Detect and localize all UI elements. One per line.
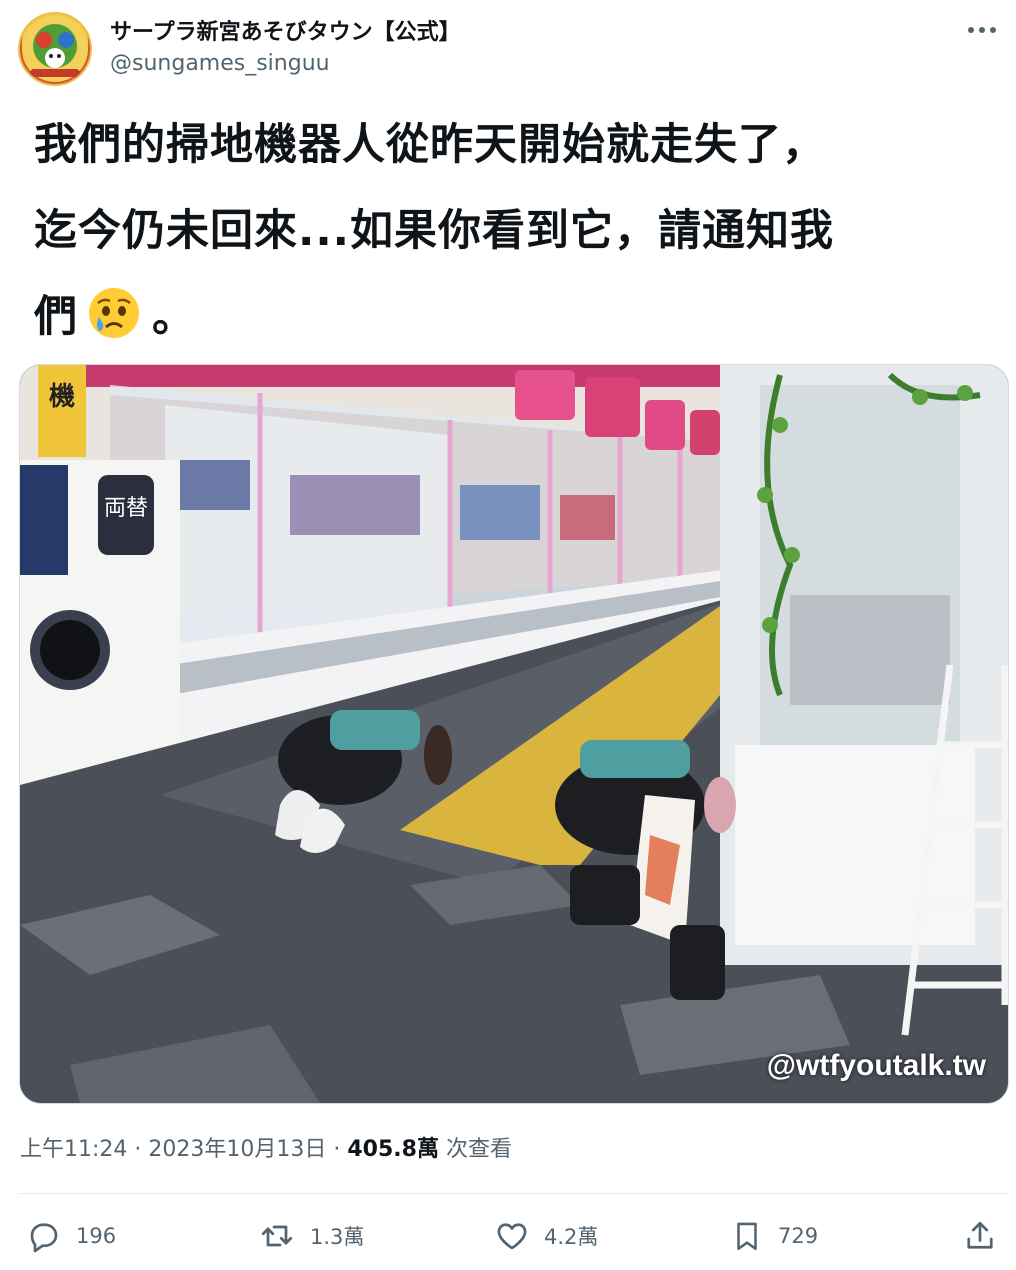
bookmark-count: 729 <box>778 1224 819 1248</box>
retweet-icon <box>261 1225 293 1247</box>
reply-button[interactable]: 196 <box>26 1210 116 1262</box>
tweet-photo[interactable]: 機 両替 @wtfyoutalk.tw <box>19 364 1009 1104</box>
divider <box>18 1193 1008 1194</box>
like-count: 4.2萬 <box>544 1225 599 1249</box>
tweet-text-period: 。 <box>152 292 196 342</box>
reply-count: 196 <box>76 1224 117 1248</box>
sign-text-2: 両替 <box>104 496 148 521</box>
tweet-text-line: 我們的掃地機器人從昨天開始就走失了， <box>34 120 826 170</box>
meta-separator: · <box>127 1137 149 1162</box>
crying-face-icon <box>89 288 139 338</box>
reply-icon <box>30 1223 58 1253</box>
bookmark-icon <box>737 1222 757 1251</box>
more-options-button[interactable] <box>960 16 1004 44</box>
action-bar: 196 1.3萬 4.2萬 729 <box>0 1210 1016 1262</box>
tweet-text-line: 迄今仍未回來...如果你看到它，請通知我 <box>34 206 835 256</box>
tweet-text-line-3: 們 。 <box>34 274 984 360</box>
share-button[interactable] <box>962 1210 998 1262</box>
like-button[interactable]: 4.2萬 <box>494 1210 598 1262</box>
sign-text-1: 機 <box>49 382 75 412</box>
tweet-time[interactable]: 上午11:24 <box>20 1137 127 1162</box>
tweet-text: 我們的掃地機器人從昨天開始就走失了， 迄今仍未回來...如果你看到它，請通知我 … <box>34 102 984 360</box>
avatar[interactable] <box>18 12 92 86</box>
tweet-date[interactable]: 2023年10月13日 <box>148 1137 326 1162</box>
view-count: 405.8萬 <box>347 1137 439 1162</box>
tweet-header: サープラ新宮あそびタウン【公式】 @sungames_singuu <box>0 0 1016 100</box>
author-handle[interactable]: @sungames_singuu <box>110 51 330 76</box>
tweet-text-fragment: 們 <box>34 292 78 342</box>
bookmark-button[interactable]: 729 <box>730 1210 818 1262</box>
heart-icon <box>497 1223 527 1250</box>
photo-watermark: @wtfyoutalk.tw <box>766 1049 986 1082</box>
author-display-name[interactable]: サープラ新宮あそびタウン【公式】 <box>110 14 461 46</box>
meta-separator: · <box>326 1137 348 1162</box>
retweet-button[interactable]: 1.3萬 <box>258 1210 364 1262</box>
share-icon <box>967 1221 993 1249</box>
more-dots-icon <box>968 27 996 33</box>
arcade-photo: 機 両替 <box>20 365 1008 1103</box>
tweet-meta: 上午11:24 · 2023年10月13日 · 405.8萬 次查看 <box>20 1131 512 1163</box>
retweet-count: 1.3萬 <box>310 1225 365 1249</box>
view-label: 次查看 <box>438 1137 512 1162</box>
